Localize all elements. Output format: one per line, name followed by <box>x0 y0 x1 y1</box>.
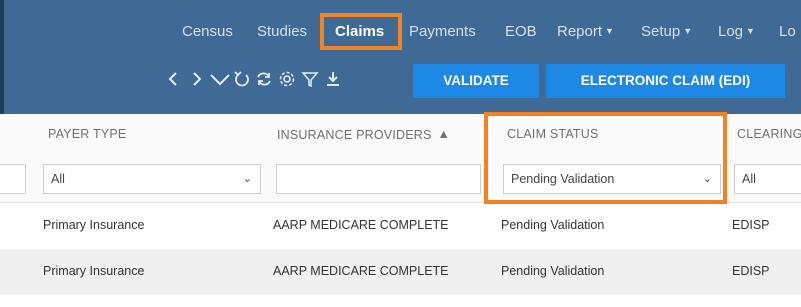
electronic-claim-edi-button[interactable]: ELECTRONIC CLAIM (EDI) <box>546 64 785 98</box>
payer-type-filter-value: All <box>51 172 65 186</box>
column-header-clearing[interactable]: CLEARING <box>737 127 801 141</box>
cell-clearing: EDISP <box>732 218 770 232</box>
nav-setup-label: Setup <box>641 23 681 40</box>
claims-highlight <box>320 13 402 50</box>
sort-asc-icon: ▲ <box>437 127 451 141</box>
claim-status-highlight <box>484 112 727 204</box>
nav-setup[interactable]: Setup ▼ <box>641 23 692 40</box>
chevron-right-icon[interactable] <box>185 64 207 94</box>
nav-report[interactable]: Report ▼ <box>557 23 614 40</box>
column-header-insurance-providers[interactable]: INSURANCE PROVIDERS ▲ <box>277 127 450 142</box>
cell-insurance-provider: AARP MEDICARE COMPLETE <box>273 264 449 278</box>
column-header-payer-type[interactable]: PAYER TYPE <box>48 127 126 141</box>
insurance-providers-filter[interactable] <box>276 164 481 194</box>
nav-census[interactable]: Census <box>182 23 233 40</box>
nav-eob[interactable]: EOB <box>505 23 537 40</box>
nav-log[interactable]: Log ▼ <box>718 23 755 40</box>
chevron-down-icon[interactable] <box>208 64 230 94</box>
table-row[interactable]: Primary Insurance AARP MEDICARE COMPLETE… <box>0 203 801 249</box>
nav-report-label: Report <box>557 23 603 40</box>
refresh-icon[interactable] <box>253 64 275 94</box>
chevron-down-icon: ⌄ <box>242 173 252 185</box>
filter-icon[interactable] <box>299 64 321 94</box>
cell-insurance-provider: AARP MEDICARE COMPLETE <box>273 218 449 232</box>
chevron-down-icon: ▼ <box>746 26 755 36</box>
cell-claim-status: Pending Validation <box>501 218 605 232</box>
chevron-left-icon[interactable] <box>163 64 185 94</box>
column-header-label: INSURANCE PROVIDERS <box>277 128 432 142</box>
clearing-filter[interactable]: All <box>734 164 801 194</box>
download-icon[interactable] <box>322 64 344 94</box>
nav-lo[interactable]: Lo <box>779 23 796 40</box>
nav-log-label: Log <box>718 23 744 40</box>
header-edge <box>0 0 4 114</box>
cell-claim-status: Pending Validation <box>501 264 605 278</box>
chevron-down-icon: ▼ <box>683 26 693 36</box>
claims-screen: Census Studies Claims Payments EOB Repor… <box>0 0 801 307</box>
table-row[interactable]: Primary Insurance AARP MEDICARE COMPLETE… <box>0 249 801 295</box>
validate-button[interactable]: VALIDATE <box>413 64 539 98</box>
filter-prev-column[interactable] <box>0 164 26 194</box>
undo-icon[interactable] <box>231 64 253 94</box>
nav-payments[interactable]: Payments <box>409 23 476 40</box>
table-row-partial[interactable] <box>0 295 801 307</box>
cell-clearing: EDISP <box>732 264 770 278</box>
settings-icon[interactable] <box>276 64 298 94</box>
cell-payer-type: Primary Insurance <box>43 218 145 232</box>
nav-studies[interactable]: Studies <box>257 23 307 40</box>
payer-type-filter[interactable]: All ⌄ <box>43 164 261 194</box>
cell-payer-type: Primary Insurance <box>43 264 145 278</box>
chevron-down-icon: ▼ <box>605 26 614 36</box>
